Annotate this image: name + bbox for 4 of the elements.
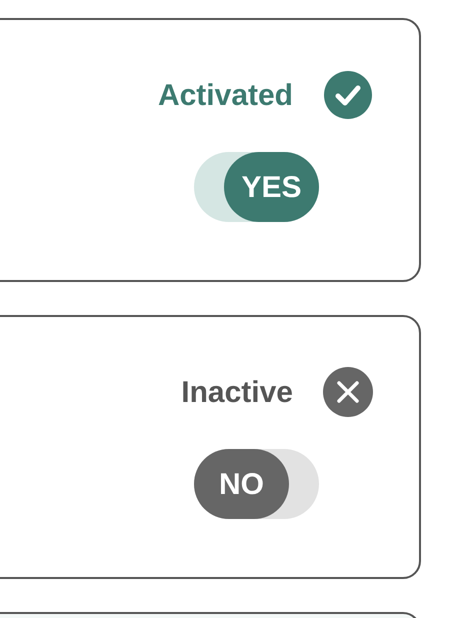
status-label: Inactive <box>181 374 293 410</box>
toggle-switch[interactable]: YES <box>194 152 319 222</box>
toggle-switch[interactable]: NO <box>194 449 319 519</box>
status-label: Activated <box>158 78 293 114</box>
